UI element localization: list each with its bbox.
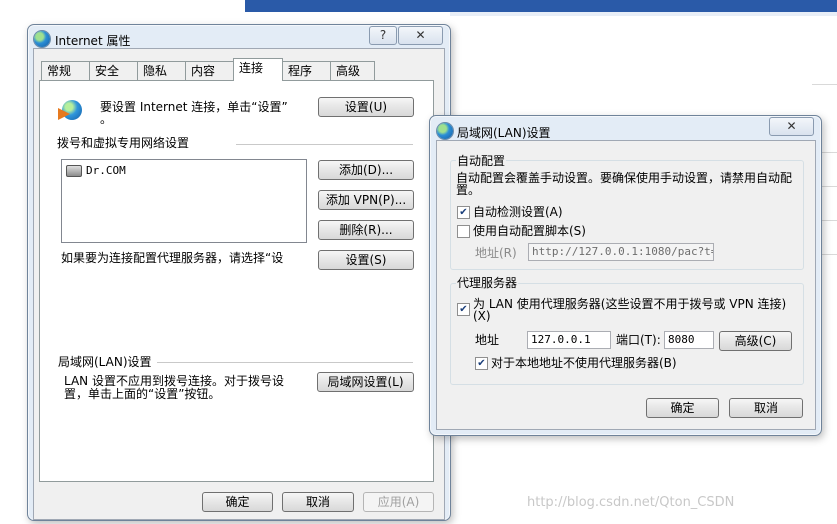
auto-config-group-title: 自动配置 [456,154,507,168]
script-address-field[interactable]: http://127.0.0.1:1080/pac?t=20 [528,243,714,261]
ok-button[interactable]: 确定 [202,492,273,512]
proxy-port-field[interactable]: 8080 [664,331,714,349]
add-vpn-button[interactable]: 添加 VPN(P)... [318,190,414,210]
script-address-label: 地址(R) [475,246,517,260]
tab-privacy[interactable]: 隐私 [137,61,186,80]
dialup-modem-icon [66,165,82,177]
delete-connection-button[interactable]: 删除(R)... [318,220,414,240]
list-item[interactable]: Dr.COM [66,164,126,177]
bypass-local-label: 对于本地地址不使用代理服务器(B) [491,356,677,370]
window-title: Internet 属性 [55,34,131,48]
bypass-local-checkbox[interactable]: ✔ [475,357,488,370]
connection-name: Dr.COM [86,164,126,177]
lan-cancel-button[interactable]: 取消 [729,398,803,418]
close-button[interactable]: ✕ [398,26,443,45]
setup-button[interactable]: 设置(U) [318,97,414,117]
proxy-address-field[interactable]: 127.0.0.1 [527,331,611,349]
setup-instruction: 要设置 Internet 连接，单击“设置” [100,100,288,114]
auto-config-description-2: 置。 [456,183,481,197]
lan-close-button[interactable]: ✕ [769,117,814,136]
cancel-button[interactable]: 取消 [282,492,354,512]
tab-programs[interactable]: 程序 [282,61,331,80]
proxy-port-label: 端口(T): [616,333,661,347]
lan-settings-button[interactable]: 局域网设置(L) [317,372,414,392]
lan-divider [157,362,413,363]
tab-content[interactable]: 内容 [185,61,234,80]
setup-instruction-end: 。 [100,112,113,126]
tab-connections[interactable]: 连接 [233,58,283,81]
lan-window-title: 局域网(LAN)设置 [457,126,551,140]
tab-security[interactable]: 安全 [89,61,138,80]
use-proxy-checkbox[interactable]: ✔ [457,303,470,316]
dialup-divider [236,144,413,145]
use-script-checkbox[interactable] [457,225,470,238]
watermark: http://blog.csdn.net/Qton_CSDN [527,495,735,510]
tab-general[interactable]: 常规 [41,61,90,80]
lan-ok-button[interactable]: 确定 [646,398,719,418]
proxy-address-label: 地址 [475,333,500,347]
connection-settings-button[interactable]: 设置(S) [318,250,414,270]
use-script-label: 使用自动配置脚本(S) [473,224,586,238]
lan-globe-icon [437,123,453,139]
lan-section-header: 局域网(LAN)设置 [58,355,152,369]
internet-connection-icon [58,98,86,122]
auto-config-description: 自动配置会覆盖手动设置。要确保使用手动设置，请禁用自动配 [456,171,793,185]
use-proxy-label-2: (X) [473,309,491,323]
proxy-advanced-button[interactable]: 高级(C) [719,331,792,351]
lan-description-2: 置，单击上面的“设置”按钮。 [64,387,221,401]
proxy-hint-text: 如果要为连接配置代理服务器，请选择“设 [61,251,284,265]
use-proxy-label: 为 LAN 使用代理服务器(这些设置不用于拨号或 VPN 连接) [473,297,787,311]
proxy-group-title: 代理服务器 [456,276,519,290]
background-divider [812,84,837,85]
auto-detect-checkbox[interactable]: ✔ [457,206,470,219]
dialup-section-header: 拨号和虚拟专用网络设置 [57,136,190,150]
background-app-strip [450,12,837,16]
auto-detect-label: 自动检测设置(A) [473,205,563,219]
apply-button[interactable]: 应用(A) [363,492,434,512]
help-button[interactable]: ? [369,26,397,45]
add-connection-button[interactable]: 添加(D)... [318,160,414,180]
background-app-titlebar [245,0,837,12]
ie-globe-icon [34,31,50,47]
tab-advanced[interactable]: 高级 [330,61,375,80]
connection-list[interactable]: Dr.COM [61,159,307,243]
